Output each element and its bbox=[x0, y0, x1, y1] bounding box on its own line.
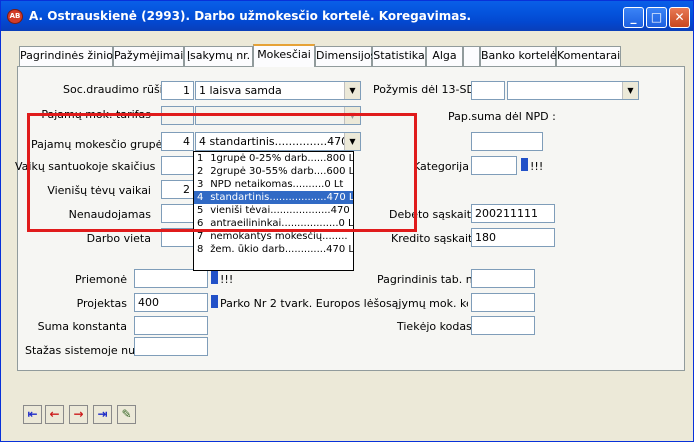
tab-alga[interactable]: Alga bbox=[426, 46, 463, 66]
tab-banko-kortele[interactable]: Banko kortelė bbox=[480, 46, 557, 66]
projektas-date-field[interactable] bbox=[471, 293, 535, 312]
stazas-sistemoje-field[interactable] bbox=[134, 337, 208, 356]
pozymis-13sd-code-field[interactable] bbox=[471, 81, 505, 100]
prev-record-button[interactable]: ← bbox=[45, 405, 64, 424]
window-title: A. Ostrauskienė (2993). Darbo užmokesčio… bbox=[29, 9, 472, 23]
soc-draudimo-value: 1 laisva samda bbox=[199, 84, 282, 97]
pozymis-13sd-combo[interactable]: ▼ bbox=[507, 81, 639, 100]
app-icon[interactable]: AB bbox=[7, 9, 23, 24]
tab-mokesciai[interactable]: Mokesčiai bbox=[253, 44, 315, 67]
highlight-box bbox=[27, 113, 417, 232]
pozymis-13sd-label: Požymis dėl 13-SD bbox=[373, 83, 475, 96]
suma-konstanta-field[interactable] bbox=[134, 316, 208, 335]
tab-komentarai[interactable]: Komentarai bbox=[556, 46, 621, 66]
soc-draudimo-label: Soc.draudimo rūšis bbox=[63, 83, 169, 96]
priemone-warning: !!! bbox=[220, 273, 234, 286]
projektas-lookup-icon[interactable] bbox=[211, 295, 218, 308]
suma-konstanta-label: Suma konstanta bbox=[37, 320, 127, 333]
pap-suma-npd-label: Pap.suma dėl NPD : bbox=[448, 110, 556, 123]
pagrindinis-tab-field[interactable] bbox=[471, 269, 535, 288]
priemone-lookup-icon[interactable] bbox=[211, 271, 218, 284]
tab-isakymu-nr[interactable]: Įsakymų nr. bbox=[184, 46, 253, 66]
soc-draudimo-code-field[interactable]: 1 bbox=[161, 81, 194, 100]
minimize-button[interactable]: _ bbox=[623, 7, 644, 28]
projektas-description: Parko Nr 2 tvark. Europos lėšosąjymų mok… bbox=[220, 297, 468, 310]
soc-draudimo-combo[interactable]: 1 laisva samda ▼ bbox=[195, 81, 361, 100]
pap-suma-npd-field[interactable] bbox=[471, 132, 543, 151]
chevron-down-icon[interactable]: ▼ bbox=[344, 82, 360, 99]
first-record-button[interactable]: ⇤ bbox=[23, 405, 42, 424]
title-bar[interactable]: AB A. Ostrauskienė (2993). Darbo užmokes… bbox=[1, 1, 693, 31]
priemone-label: Priemonė bbox=[75, 273, 127, 286]
kategorija-warning: !!! bbox=[530, 160, 544, 173]
tiekejo-kodas-field[interactable] bbox=[471, 316, 535, 335]
tools-button[interactable]: ✎ bbox=[117, 405, 136, 424]
projektas-label: Projektas bbox=[76, 297, 127, 310]
tab-pazymejimai[interactable]: Pažymėjimai bbox=[113, 46, 184, 66]
chevron-down-icon[interactable]: ▼ bbox=[622, 82, 638, 99]
darbo-vieta-label: Darbo vieta bbox=[86, 232, 151, 245]
kredito-label: Kredito sąskaita bbox=[391, 232, 480, 245]
close-button[interactable]: ✕ bbox=[669, 7, 690, 28]
kredito-field[interactable]: 180 bbox=[471, 228, 555, 247]
tab-empty[interactable] bbox=[463, 46, 480, 66]
stazas-sistemoje-label: Stažas sistemoje nuo bbox=[25, 344, 142, 357]
tab-dimensijos[interactable]: Dimensijos bbox=[315, 46, 376, 66]
debeto-field[interactable]: 200211111 bbox=[471, 204, 555, 223]
priemone-field[interactable] bbox=[134, 269, 208, 288]
last-record-button[interactable]: ⇥ bbox=[93, 405, 112, 424]
kategorija-field[interactable] bbox=[471, 156, 517, 175]
kategorija-label: Kategorija bbox=[413, 160, 469, 173]
maximize-button[interactable]: □ bbox=[646, 7, 667, 28]
kategorija-lookup-icon[interactable] bbox=[521, 158, 528, 171]
app-window: AB A. Ostrauskienė (2993). Darbo užmokes… bbox=[0, 0, 694, 442]
tab-pagrindines-zinios[interactable]: Pagrindinės žinios bbox=[19, 46, 119, 66]
dropdown-item[interactable]: 8 žem. ūkio darb.............470 Lt bbox=[194, 243, 353, 256]
next-record-button[interactable]: → bbox=[69, 405, 88, 424]
projektas-field[interactable]: 400 bbox=[134, 293, 208, 312]
pagrindinis-tab-label: Pagrindinis tab. nr. bbox=[377, 273, 480, 286]
tiekejo-kodas-label: Tiekėjo kodas bbox=[397, 320, 472, 333]
tab-statistika[interactable]: Statistika bbox=[372, 46, 426, 66]
